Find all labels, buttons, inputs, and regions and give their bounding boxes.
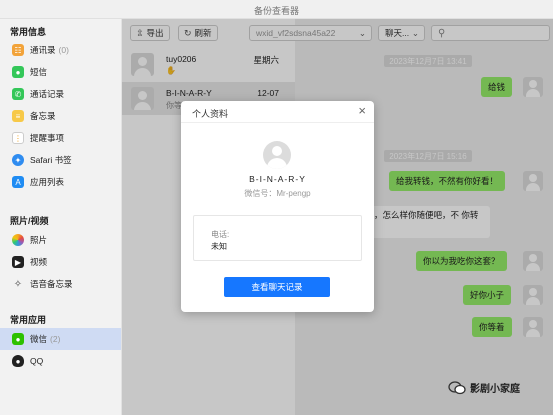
appstore-icon: A xyxy=(12,176,24,188)
phone-label: 电话: xyxy=(211,230,230,239)
sidebar-item-notes[interactable]: ≡ 备忘录 xyxy=(0,105,121,127)
sidebar-section-common-apps: 常用应用 xyxy=(10,315,47,325)
sidebar-item-label: 视频 xyxy=(30,257,48,267)
sidebar-item-voice-memos[interactable]: ✧ 语音备忘录 xyxy=(0,273,121,295)
sidebar-section-common-info: 常用信息 xyxy=(10,27,47,37)
profile-name: B-I-N-A-R-Y xyxy=(249,174,306,184)
profile-wechat-id: 微信号：Mr-pengp xyxy=(244,189,311,198)
qq-icon: ● xyxy=(12,355,24,367)
safari-icon: ✦ xyxy=(12,154,24,166)
phone-value: 未知 xyxy=(211,242,227,251)
sidebar-item-label: 照片 xyxy=(30,235,48,245)
sidebar-item-safari-bookmarks[interactable]: ✦ Safari 书签 xyxy=(0,149,121,171)
window-title: 备份查看器 xyxy=(253,6,299,16)
sidebar-item-label: Safari 书签 xyxy=(30,155,72,165)
video-icon: ▶ xyxy=(12,256,24,268)
phone-icon: ✆ xyxy=(12,88,24,100)
sidebar-item-label: 提醒事项 xyxy=(30,133,65,143)
wechat-logo-icon xyxy=(448,380,466,394)
sidebar-item-photos[interactable]: 照片 xyxy=(0,229,121,251)
sidebar-item-label: 备忘录 xyxy=(30,111,56,121)
sidebar-item-reminders[interactable]: ⋮ 提醒事项 xyxy=(0,127,121,149)
sidebar-item-count: (0) xyxy=(58,45,69,55)
sidebar-item-label: 短信 xyxy=(30,67,48,77)
photos-icon xyxy=(12,234,24,246)
sidebar-item-sms[interactable]: ● 短信 xyxy=(0,61,121,83)
view-chat-history-button[interactable]: 查看聊天记录 xyxy=(224,277,330,297)
title-bar: 备份查看器 xyxy=(0,0,553,19)
sidebar-item-label: QQ xyxy=(30,356,44,366)
reminders-icon: ⋮ xyxy=(12,132,24,144)
sidebar-item-label: 通话记录 xyxy=(30,89,65,99)
avatar xyxy=(263,141,291,169)
sidebar-item-count: (2) xyxy=(50,334,61,344)
profile-info-box: 电话: 未知 xyxy=(193,215,362,261)
sidebar-item-label: 通讯录 xyxy=(30,45,56,55)
dialog-header: 个人资料 × xyxy=(181,101,374,123)
watermark: 影剧小家庭 xyxy=(448,380,520,395)
voice-memo-icon: ✧ xyxy=(13,278,23,290)
watermark-text: 影剧小家庭 xyxy=(470,384,520,395)
sidebar-section-photos-videos: 照片/视频 xyxy=(10,216,49,226)
notes-icon: ≡ xyxy=(12,110,24,122)
sidebar: 常用信息 ☷ 通讯录 (0) ● 短信 ✆ 通话记录 ≡ 备忘录 ⋮ 提醒事项 … xyxy=(0,19,122,415)
sidebar-item-videos[interactable]: ▶ 视频 xyxy=(0,251,121,273)
close-icon[interactable]: × xyxy=(358,104,366,118)
sidebar-item-qq[interactable]: ● QQ xyxy=(0,350,121,372)
sidebar-item-call-log[interactable]: ✆ 通话记录 xyxy=(0,83,121,105)
dialog-title: 个人资料 xyxy=(192,109,229,119)
contacts-icon: ☷ xyxy=(12,44,24,56)
profile-dialog: 个人资料 × B-I-N-A-R-Y 微信号：Mr-pengp 电话: 未知 查… xyxy=(181,101,374,312)
sidebar-item-app-list[interactable]: A 应用列表 xyxy=(0,171,121,193)
sidebar-item-contacts[interactable]: ☷ 通讯录 (0) xyxy=(0,39,121,61)
sidebar-item-label: 微信 xyxy=(30,334,48,344)
sidebar-item-label: 语音备忘录 xyxy=(30,279,73,289)
message-icon: ● xyxy=(12,66,24,78)
sidebar-item-wechat[interactable]: ● 微信 (2) xyxy=(0,328,121,350)
wechat-icon: ● xyxy=(12,333,24,345)
sidebar-item-label: 应用列表 xyxy=(30,177,65,187)
